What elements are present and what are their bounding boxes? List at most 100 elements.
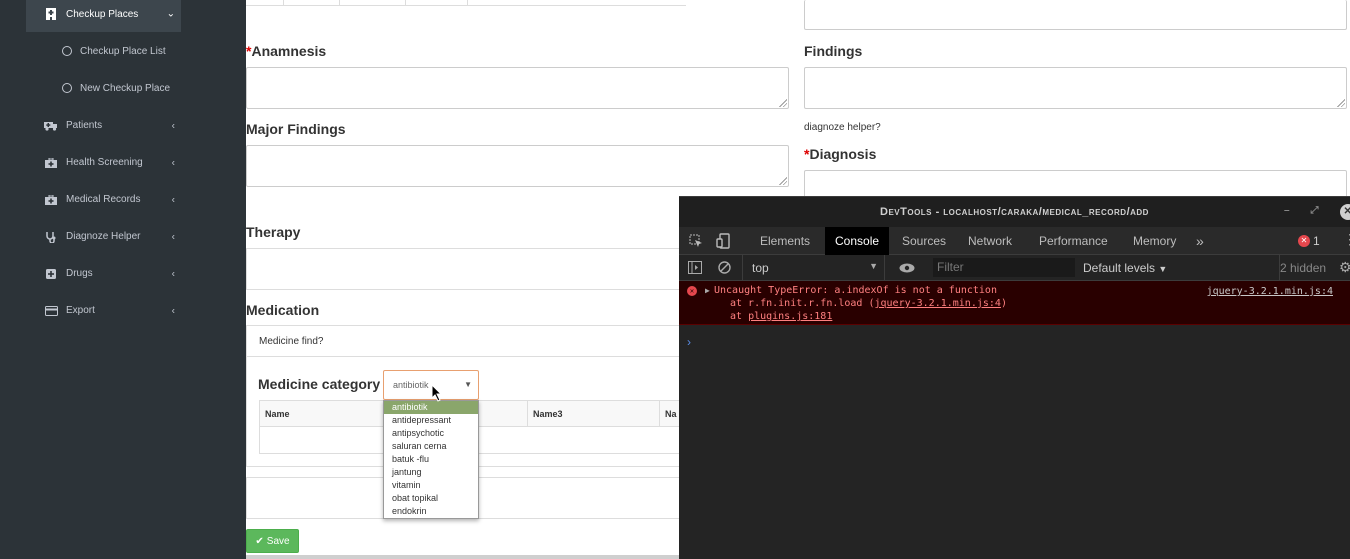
minimize-icon[interactable]: – <box>1284 205 1290 216</box>
eye-icon[interactable] <box>899 263 915 273</box>
category-option[interactable]: jantung <box>384 466 478 479</box>
sidebar-item-diagnoze-helper[interactable]: Diagnoze Helper ‹ <box>26 218 181 255</box>
console-prompt-icon[interactable]: › <box>687 335 691 349</box>
diagnosis-label: *Diagnosis <box>804 146 877 162</box>
sidebar-item-medical-records[interactable]: Medical Records ‹ <box>26 181 181 218</box>
sidebar-item-checkup-places[interactable]: Checkup Places ⌄ <box>26 0 181 32</box>
therapy-label: Therapy <box>246 224 301 240</box>
major-findings-textarea[interactable] <box>246 145 789 187</box>
maximize-icon[interactable]: ⤢ <box>1311 205 1320 216</box>
clear-console-icon[interactable] <box>718 261 731 274</box>
anamnesis-textarea[interactable] <box>246 67 789 109</box>
plus-square-icon <box>44 268 58 280</box>
sidebar: Checkup Places ⌄ Checkup Place List New … <box>0 0 246 559</box>
sidebar-item-health-screening[interactable]: Health Screening ‹ <box>26 144 181 181</box>
devtools-title-bar: DevTools - localhost/caraka/medical_reco… <box>679 197 1350 227</box>
sidebar-item-label: Health Screening <box>66 157 143 168</box>
findings-textarea[interactable] <box>804 67 1347 109</box>
mouse-cursor-icon <box>431 384 443 402</box>
stack-link[interactable]: jquery-3.2.1.min.js:4 <box>875 298 1001 309</box>
console-error-message: ✕ ▶ Uncaught TypeError: a.indexOf is not… <box>679 281 1350 325</box>
stethoscope-icon <box>44 231 58 243</box>
more-tabs-icon[interactable]: » <box>1186 227 1214 255</box>
medicine-find-link[interactable]: Medicine find? <box>259 336 323 347</box>
sidebar-subitem-label: Checkup Place List <box>80 45 166 57</box>
category-option[interactable]: obat topikal <box>384 492 478 505</box>
category-dropdown: antibiotik antidepressant antipsychotic … <box>383 400 479 519</box>
major-findings-label: Major Findings <box>246 121 346 137</box>
ambulance-icon <box>44 120 58 132</box>
medicine-category-label: Medicine category <box>258 376 381 392</box>
tab-elements[interactable]: Elements <box>750 227 820 255</box>
circle-icon <box>62 83 72 93</box>
category-option[interactable]: antibiotik <box>384 401 478 414</box>
circle-icon <box>62 46 72 56</box>
sidebar-item-label: Checkup Places <box>66 8 139 20</box>
category-option[interactable]: antipsychotic <box>384 427 478 440</box>
chevron-left-icon: ‹ <box>171 305 175 316</box>
category-option[interactable]: vitamin <box>384 479 478 492</box>
close-icon[interactable]: ✕ <box>1340 204 1350 220</box>
gear-icon[interactable]: ⚙ <box>1339 259 1350 276</box>
error-count[interactable]: 1 <box>1313 234 1320 248</box>
menu-kebab-icon[interactable]: ⋮ <box>1343 231 1350 248</box>
diagnoze-helper-link[interactable]: diagnoze helper? <box>804 122 881 133</box>
console-toolbar: top ▼ Filter Default levels ▼ 2 hidden ⚙ <box>679 255 1350 281</box>
sidebar-item-label: Drugs <box>66 268 93 279</box>
sidebar-item-drugs[interactable]: Drugs ‹ <box>26 255 181 292</box>
hidden-count: 2 hidden <box>1280 261 1327 275</box>
dropdown-arrow-icon: ▼ <box>464 380 472 389</box>
horizontal-scrollbar[interactable] <box>246 555 679 559</box>
expand-triangle-icon[interactable]: ▶ <box>705 286 710 295</box>
table-header-name3[interactable]: Name3 <box>528 401 660 427</box>
chevron-left-icon: ‹ <box>171 231 175 242</box>
category-option[interactable]: antidepressant <box>384 414 478 427</box>
tab-network[interactable]: Network <box>958 227 1022 255</box>
sidebar-item-label: Medical Records <box>66 194 141 205</box>
sidebar-item-label: Export <box>66 305 95 316</box>
check-icon: ✔ <box>255 535 264 547</box>
log-levels-select[interactable]: Default levels ▼ <box>1083 261 1167 275</box>
stack-line: at r.fn.init.r.fn.load (jquery-3.2.1.min… <box>730 298 1007 309</box>
filter-input[interactable]: Filter <box>933 258 1075 277</box>
error-badge-icon[interactable]: ✕ <box>1298 235 1310 247</box>
sidebar-item-patients[interactable]: Patients ‹ <box>26 107 181 144</box>
tab-console[interactable]: Console <box>825 227 890 255</box>
devtools-title: DevTools - localhost/caraka/medical_reco… <box>880 206 1149 218</box>
therapy-textarea[interactable] <box>246 248 686 290</box>
tab-strip <box>246 0 686 6</box>
clinic-icon <box>44 8 58 20</box>
chevron-down-icon: ⌄ <box>166 8 175 20</box>
selected-category: antibiotik <box>393 380 429 390</box>
chevron-left-icon: ‹ <box>171 194 175 205</box>
medicine-find-box: Medicine find? <box>246 325 686 357</box>
findings-label: Findings <box>804 43 863 59</box>
category-option[interactable]: endokrin <box>384 505 478 518</box>
devtools-panel: DevTools - localhost/caraka/medical_reco… <box>679 196 1350 559</box>
chevron-left-icon: ‹ <box>171 120 175 131</box>
sidebar-toggle-icon[interactable] <box>688 261 702 274</box>
sidebar-item-label: Patients <box>66 120 103 131</box>
device-toggle-icon[interactable] <box>716 233 730 249</box>
stack-link[interactable]: plugins.js:181 <box>748 311 832 322</box>
dropdown-arrow-icon: ▼ <box>869 261 878 271</box>
sidebar-subitem-checkup-place-list[interactable]: Checkup Place List <box>26 36 181 66</box>
medication-label: Medication <box>246 302 320 318</box>
category-option[interactable]: batuk -flu <box>384 453 478 466</box>
chevron-left-icon: ‹ <box>171 157 175 168</box>
medkit-icon <box>44 157 58 169</box>
save-button-label: Save <box>266 535 290 547</box>
error-source-link[interactable]: jquery-3.2.1.min.js:4 <box>1207 286 1333 297</box>
stack-line: at plugins.js:181 <box>730 311 833 322</box>
category-option[interactable]: saluran cerna <box>384 440 478 453</box>
top-field[interactable] <box>804 0 1347 30</box>
sidebar-subitem-new-checkup-place[interactable]: New Checkup Place <box>26 73 181 103</box>
credit-card-icon <box>44 305 58 317</box>
tab-memory[interactable]: Memory <box>1123 227 1186 255</box>
save-button[interactable]: ✔ Save <box>246 529 299 553</box>
tab-sources[interactable]: Sources <box>892 227 956 255</box>
inspect-icon[interactable] <box>689 234 703 248</box>
tab-performance[interactable]: Performance <box>1029 227 1118 255</box>
sidebar-item-export[interactable]: Export ‹ <box>26 292 181 329</box>
context-select[interactable]: top ▼ <box>742 255 885 281</box>
